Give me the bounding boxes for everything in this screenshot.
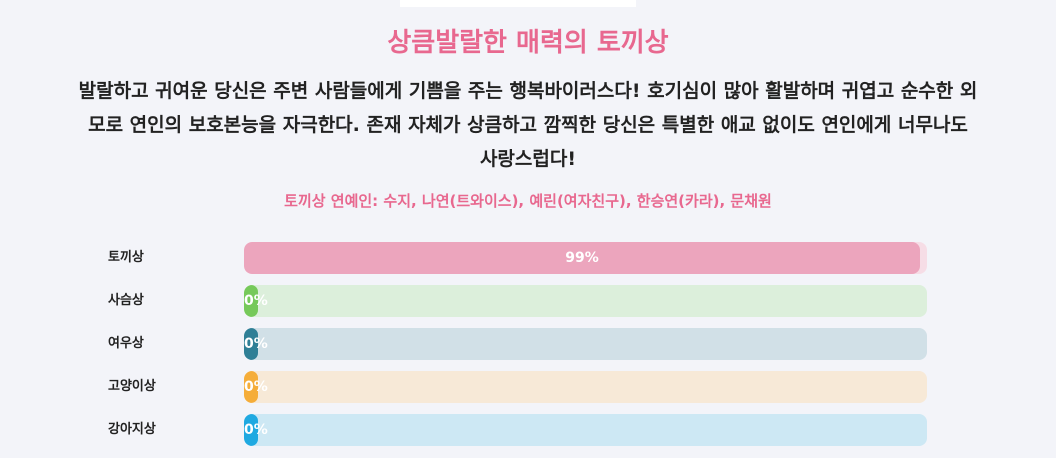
bar-percent: 0% xyxy=(244,336,268,352)
bar-percent: 99% xyxy=(565,250,599,266)
bar-row-fox: 여우상 0% xyxy=(0,328,1056,360)
bar-label: 강아지상 xyxy=(108,422,156,437)
bar-track: 0% xyxy=(244,328,927,360)
description-line: 발랄하고 귀여운 당신은 주변 사람들에게 기쁨을 주는 행복바이러스다! 호기… xyxy=(78,80,978,102)
bar-percent: 0% xyxy=(244,379,268,395)
bar-row-cat: 고양이상 0% xyxy=(0,371,1056,403)
bar-label: 여우상 xyxy=(108,336,144,351)
result-description: 발랄하고 귀여운 당신은 주변 사람들에게 기쁨을 주는 행복바이러스다! 호기… xyxy=(0,74,1056,176)
bar-label: 고양이상 xyxy=(108,379,156,394)
bar-label: 사슴상 xyxy=(108,293,144,308)
bar-track: 0% xyxy=(244,285,927,317)
bar-percent: 0% xyxy=(244,422,268,438)
bar-row-rabbit: 토끼상 99% xyxy=(0,242,1056,274)
bar-track: 0% xyxy=(244,414,927,446)
bar-track: 0% xyxy=(244,371,927,403)
description-line: 사랑스럽다! xyxy=(479,148,577,170)
bar-percent: 0% xyxy=(244,293,268,309)
bar-row-dog: 강아지상 0% xyxy=(0,414,1056,446)
bar-track: 99% xyxy=(244,242,927,274)
celebrity-list: 토끼상 연예인: 수지, 나연(트와이스), 예린(여자친구), 한승연(카라)… xyxy=(284,192,772,210)
description-line: 모로 연인의 보호본능을 자극한다. 존재 자체가 상큼하고 깜찍한 당신은 특… xyxy=(88,114,968,136)
bar-label: 토끼상 xyxy=(108,250,144,265)
result-title: 상큼발랄한 매력의 토끼상 xyxy=(387,28,669,58)
top-white-strip xyxy=(400,0,636,7)
bar-row-deer: 사슴상 0% xyxy=(0,285,1056,317)
